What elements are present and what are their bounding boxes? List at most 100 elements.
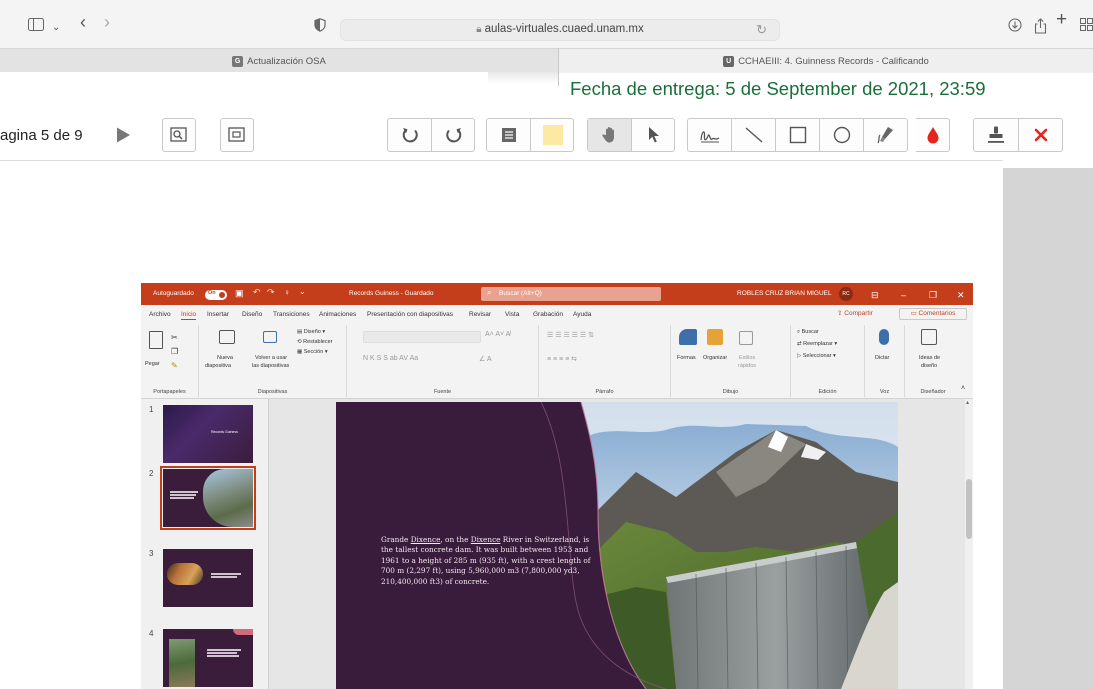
quick-styles-label-2: rápidos bbox=[738, 363, 757, 369]
color-swatch bbox=[543, 125, 563, 145]
arrange-label: Organizar bbox=[703, 355, 728, 361]
forward-icon[interactable]: › bbox=[104, 13, 110, 31]
share-button: ⇪ Compartir bbox=[837, 310, 873, 317]
reuse-slides-label-1: Volver a usar bbox=[255, 355, 288, 361]
ribbon-display-icon: ⊟ bbox=[871, 290, 879, 300]
minimize-icon: – bbox=[901, 290, 907, 300]
downloads-icon[interactable] bbox=[1008, 18, 1022, 36]
menu-ayuda: Ayuda bbox=[573, 311, 592, 318]
font-color-icons: ∠ A bbox=[479, 356, 492, 363]
slide-thumbnail bbox=[163, 549, 253, 607]
cursor-icon bbox=[649, 127, 659, 143]
thumbnail-number: 2 bbox=[149, 469, 154, 478]
share-icon[interactable] bbox=[1034, 18, 1047, 38]
delete-annotation-button[interactable] bbox=[1019, 119, 1063, 151]
comment-button[interactable] bbox=[487, 119, 531, 151]
viewer-gutter bbox=[1003, 168, 1093, 689]
pan-tool-button[interactable] bbox=[588, 119, 632, 151]
tab-shadow bbox=[488, 72, 558, 84]
line-icon bbox=[745, 127, 762, 143]
menu-presentacion: Presentación con diapositivas bbox=[367, 311, 453, 318]
align-icons: ≡ ≡ ≡ ≡ ⇆ bbox=[547, 356, 577, 363]
play-button[interactable] bbox=[106, 118, 140, 152]
tab-overview-icon[interactable] bbox=[1080, 18, 1093, 35]
line-tool-button[interactable] bbox=[732, 119, 776, 151]
tab-favicon: G bbox=[232, 55, 244, 67]
address-bar[interactable]: 🔒︎ aulas-virtuales.cuaed.unam.mx ↻ bbox=[340, 19, 780, 41]
tab-actualizacion-osa[interactable]: G Actualización OSA bbox=[0, 49, 558, 73]
rotate-left-button[interactable] bbox=[388, 119, 432, 151]
group-label-slides: Diapositivas bbox=[257, 389, 288, 395]
ellipse-tool-button[interactable] bbox=[820, 119, 864, 151]
list-icons: ☰ ☰ ☰ ☰ ☰ ⇅ bbox=[547, 332, 594, 339]
ribbon-group-font: A˄ A˅ A̸ N K S S ab AV Aa ∠ A Fuente bbox=[347, 325, 539, 397]
ink-color-button[interactable] bbox=[916, 118, 950, 152]
close-icon bbox=[1034, 128, 1048, 142]
fullscreen-button[interactable] bbox=[220, 118, 254, 152]
browser-toolbar: ⌄ ‹ › 🔒︎ aulas-virtuales.cuaed.unam.mx ↻ … bbox=[0, 0, 1093, 48]
arrange-icon bbox=[707, 329, 723, 345]
new-tab-icon[interactable]: + bbox=[1056, 10, 1067, 29]
menu-insertar: Insertar bbox=[207, 311, 230, 318]
stamp-icon bbox=[988, 126, 1004, 143]
ppt-search-box: ⌕ Buscar (Alt+Q) bbox=[481, 287, 661, 301]
stamp-button[interactable] bbox=[974, 119, 1019, 151]
comment-icon bbox=[501, 128, 516, 142]
tab-favicon: U bbox=[723, 55, 735, 67]
privacy-shield-icon[interactable] bbox=[314, 18, 326, 36]
rotate-group bbox=[387, 118, 475, 152]
ppt-scroll-thumb bbox=[966, 479, 972, 539]
slide-link-dixence: Dixence bbox=[410, 535, 441, 544]
due-date: Fecha de entrega: 5 de September de 2021… bbox=[570, 78, 986, 99]
menu-archivo: Archivo bbox=[149, 311, 171, 318]
chevron-down-icon[interactable]: ⌄ bbox=[52, 20, 60, 36]
tab-guinness-records[interactable]: U CCHAEIII: 4. Guinness Records - Califi… bbox=[559, 49, 1093, 73]
copy-icon: ❐ bbox=[171, 347, 179, 356]
collapse-ribbon-icon: ˄ bbox=[961, 385, 966, 392]
circle-icon bbox=[833, 126, 850, 144]
new-slide-label-1: Nueva bbox=[217, 355, 233, 361]
url-text: aulas-virtuales.cuaed.unam.mx bbox=[484, 23, 644, 35]
freehand-icon bbox=[699, 131, 719, 143]
ink-drop-icon bbox=[927, 127, 938, 144]
user-name: ROBLES CRUZ BRIAN MIGUEL bbox=[737, 290, 832, 297]
comment-group bbox=[486, 118, 574, 152]
hand-icon bbox=[601, 127, 614, 143]
highlighter-button[interactable] bbox=[864, 119, 908, 151]
reuse-slides-label-2: las diapositivas bbox=[252, 363, 290, 369]
slide-link-dixence-river: Dixence bbox=[470, 535, 501, 544]
reload-icon[interactable]: ↻ bbox=[756, 22, 767, 38]
slide-thumbnail: Records Guiness bbox=[163, 405, 253, 463]
select-tool-button[interactable] bbox=[632, 119, 676, 151]
powerpoint-screenshot: Autoguardado On ▣ ↶ ↷ ♀ ⌄ Records Guines… bbox=[141, 283, 973, 689]
ribbon-group-drawing: Formas Organizar Estilos rápidos Dibujo bbox=[671, 325, 791, 397]
shapes-label: Formas bbox=[677, 355, 696, 361]
design-ideas-label-1: Ideas de bbox=[919, 355, 941, 361]
design-ideas-label-2: diseño bbox=[921, 363, 938, 369]
highlighter-icon bbox=[877, 127, 893, 144]
rectangle-tool-button[interactable] bbox=[776, 119, 820, 151]
freehand-button[interactable] bbox=[688, 119, 732, 151]
rotate-right-button[interactable] bbox=[432, 119, 476, 151]
search-document-button[interactable] bbox=[162, 118, 196, 152]
back-icon[interactable]: ‹ bbox=[80, 13, 86, 31]
toolbar-divider bbox=[0, 160, 1003, 161]
ribbon-group-voice: Dictar Voz bbox=[865, 325, 905, 397]
dictate-label: Dictar bbox=[875, 355, 890, 361]
menu-vista: Vista bbox=[505, 311, 520, 318]
ribbon-group-designer: Ideas de diseño Diseñador bbox=[905, 325, 961, 397]
menu-grabacion: Grabación bbox=[533, 311, 563, 318]
ribbon-group-paragraph: ☰ ☰ ☰ ☰ ☰ ⇅ ≡ ≡ ≡ ≡ ⇆ Párrafo bbox=[539, 325, 671, 397]
ppt-vertical-scrollbar: ▴ bbox=[965, 399, 973, 689]
sidebar-toggle-icon[interactable] bbox=[28, 18, 44, 35]
reset-option: ⟲ Restablecer bbox=[297, 339, 333, 345]
thumbnail-number: 4 bbox=[149, 629, 154, 638]
restore-icon: ❐ bbox=[929, 290, 938, 300]
thumbnail-photo bbox=[169, 639, 195, 687]
ppt-search-placeholder: Buscar (Alt+Q) bbox=[499, 290, 542, 297]
ribbon-group-clipboard: Pegar ✂ ❐ ✎ Portapapeles bbox=[141, 325, 199, 397]
microphone-icon bbox=[879, 329, 889, 345]
ppt-ribbon: Pegar ✂ ❐ ✎ Portapapeles Nueva diapositi… bbox=[141, 323, 973, 399]
color-picker-button[interactable] bbox=[531, 119, 575, 151]
annotation-toolbar: agina 5 de 9 bbox=[0, 110, 1093, 162]
